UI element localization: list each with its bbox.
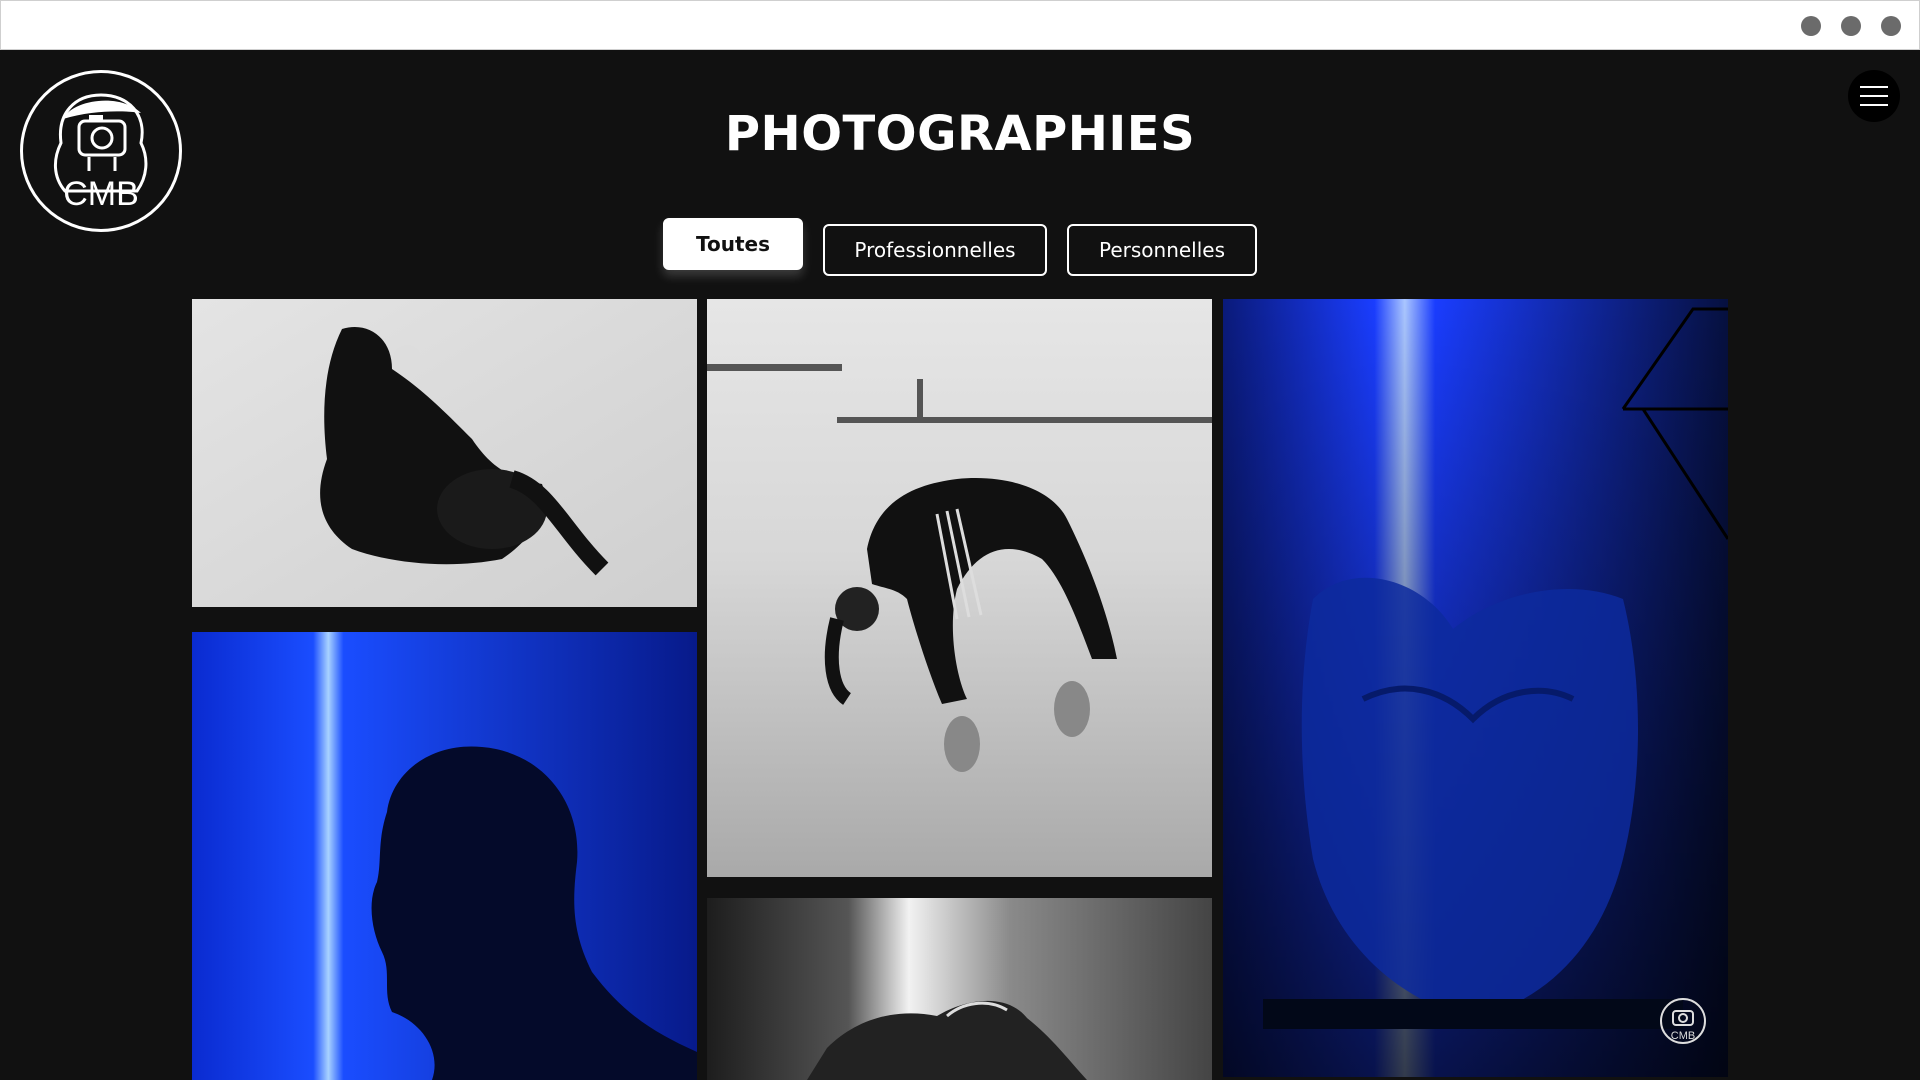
filter-toutes-button[interactable]: Toutes [663, 218, 803, 270]
photo-blue-torso: CMB [1223, 299, 1728, 1077]
gallery-photo-2[interactable] [707, 299, 1212, 877]
watermark-text: CMB [1671, 1030, 1695, 1042]
photo-dancer-backbend [707, 299, 1212, 877]
gallery-photo-4[interactable] [192, 632, 697, 1080]
gallery-photo-1[interactable] [192, 299, 697, 607]
window-control-dot[interactable] [1841, 16, 1861, 36]
page: CMB PHOTOGRAPHIES Toutes Professionnelle… [0, 50, 1920, 1080]
gallery-photo-3[interactable]: CMB [1223, 299, 1728, 1077]
filter-professionnelles-button[interactable]: Professionnelles [823, 224, 1047, 276]
gallery-photo-5[interactable] [707, 898, 1212, 1080]
photo-grayscale-face [707, 898, 1212, 1080]
window-control-dot[interactable] [1881, 16, 1901, 36]
photo-blue-profile [192, 632, 697, 1080]
window-control-dot[interactable] [1801, 16, 1821, 36]
page-title: PHOTOGRAPHIES [724, 106, 1196, 162]
browser-chrome [0, 0, 1920, 50]
hamburger-menu-icon [1860, 86, 1888, 106]
filter-personnelles-button[interactable]: Personnelles [1067, 224, 1257, 276]
photo-dancer-floor [192, 299, 697, 607]
filter-bar: Toutes Professionnelles Personnelles [0, 218, 1920, 288]
logo-text: CMB [63, 175, 139, 213]
